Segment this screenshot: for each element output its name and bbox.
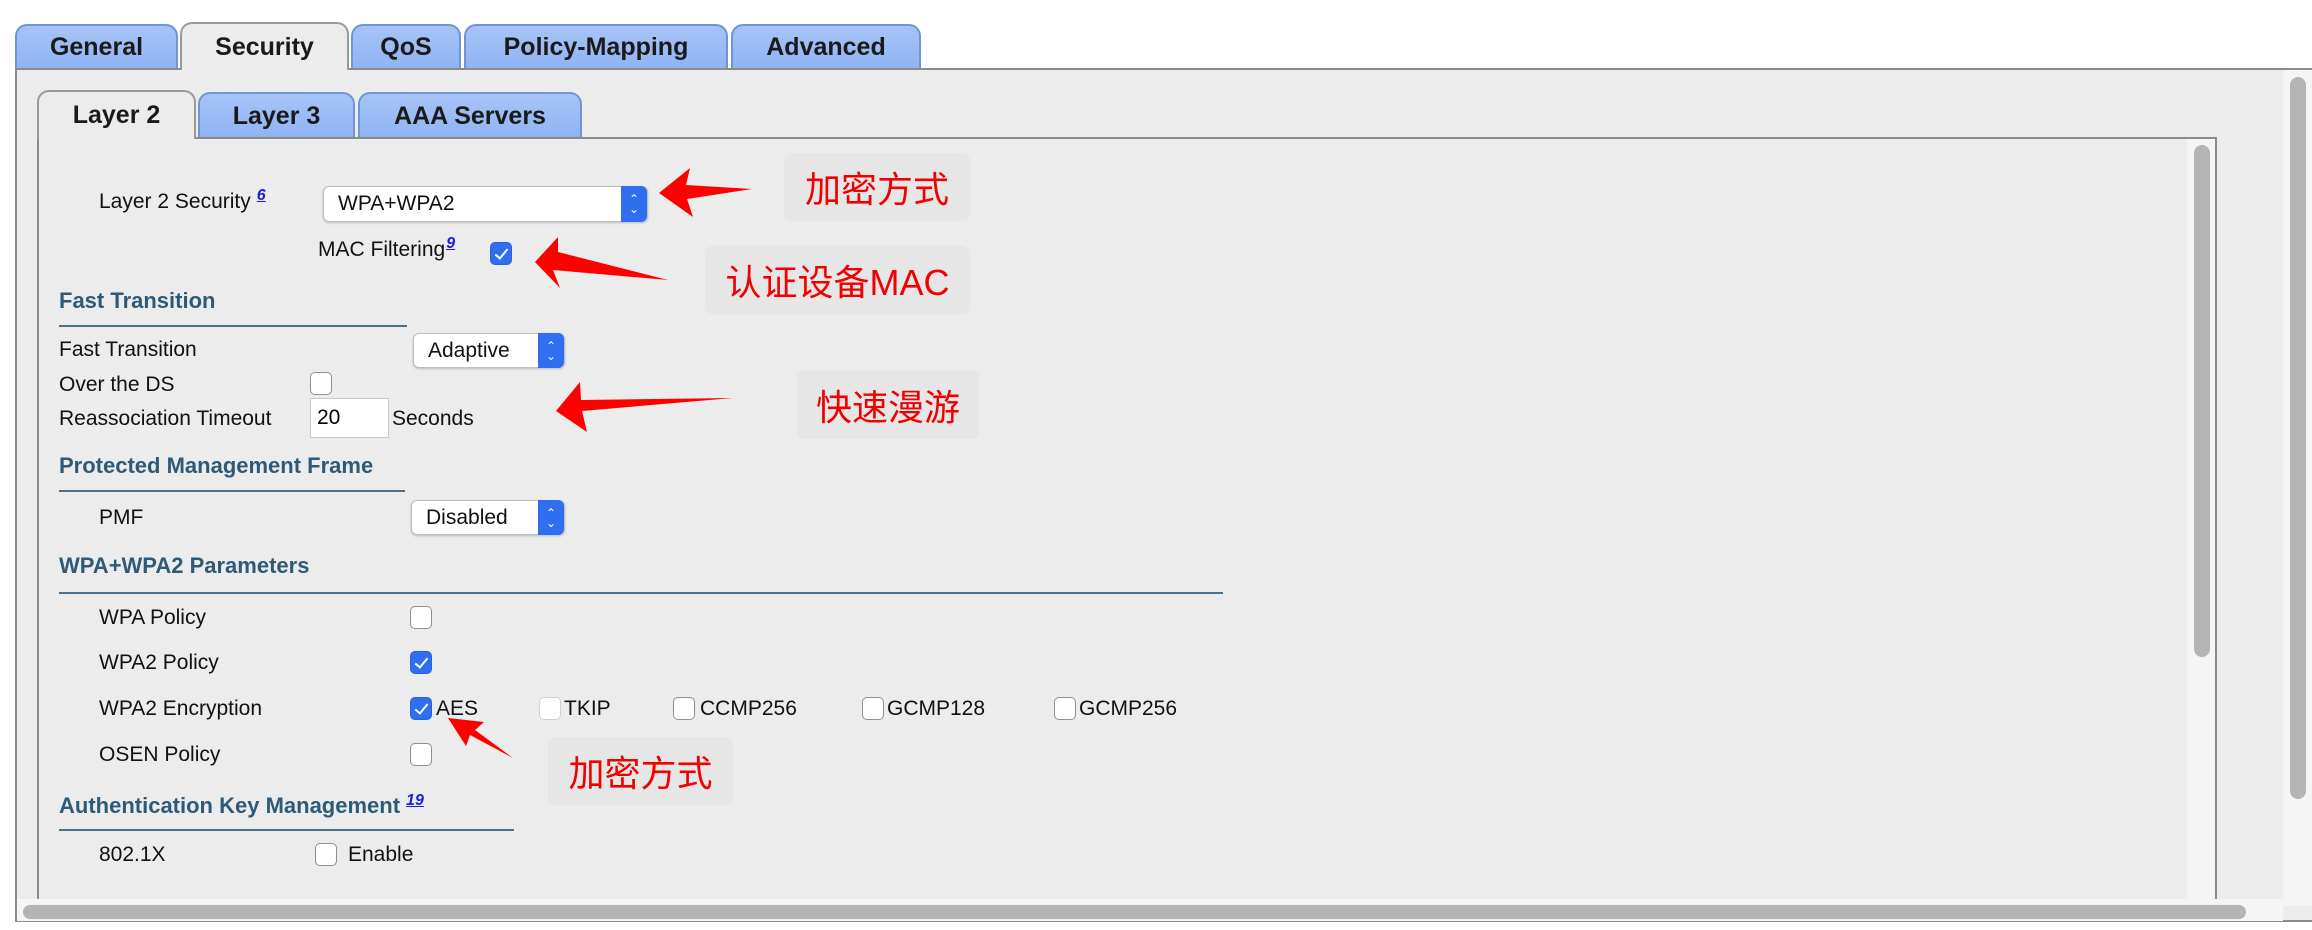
red-arrow-icon — [659, 168, 752, 217]
red-arrow-icon — [535, 237, 668, 288]
annotation-arrows — [448, 168, 752, 758]
red-arrow-icon — [448, 718, 513, 758]
form-content: Layer 2 Security 6 WPA+WPA2 ⌃ ⌄ MAC Filter… — [0, 0, 2312, 930]
red-arrow-icon — [556, 382, 733, 432]
